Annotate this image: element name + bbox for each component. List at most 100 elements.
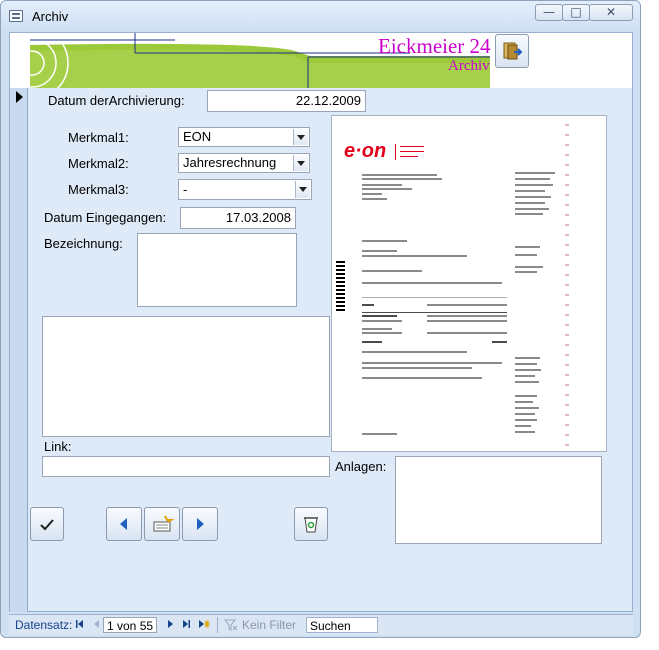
doc-line xyxy=(515,196,551,198)
anlagen-list[interactable] xyxy=(395,456,602,544)
new-blank-record-icon[interactable] xyxy=(197,618,211,630)
minimize-button[interactable]: — xyxy=(535,4,563,21)
doc-line xyxy=(362,188,412,190)
datum-archivierung-field[interactable]: 22.12.2009 xyxy=(207,90,366,112)
doc-line xyxy=(362,341,382,343)
datum-eingegangen-label: Datum Eingegangen: xyxy=(44,210,167,225)
exit-form-button[interactable] xyxy=(495,34,529,68)
doc-line xyxy=(515,375,535,377)
doc-line xyxy=(515,208,549,210)
maximize-button[interactable]: □ xyxy=(562,4,590,21)
doc-line xyxy=(515,213,543,215)
merkmal3-combo[interactable]: - xyxy=(178,179,312,200)
barcode-icon xyxy=(336,261,345,313)
save-button[interactable] xyxy=(30,507,64,541)
doc-line xyxy=(515,266,543,268)
chevron-down-icon[interactable] xyxy=(293,155,308,171)
merkmal1-label: Merkmal1: xyxy=(68,130,129,145)
merkmal1-combo[interactable]: EON xyxy=(178,127,310,147)
doc-line xyxy=(362,328,392,330)
company-title: Eickmeier 24 xyxy=(378,34,491,58)
merkmal1-value: EON xyxy=(183,129,212,144)
record-navigation-bar: Datensatz: 1 von 55 Kein Filter Suchen xyxy=(9,614,633,635)
doc-line xyxy=(515,172,555,174)
datum-eingegangen-field[interactable]: 17.03.2008 xyxy=(180,207,296,229)
doc-line xyxy=(515,413,535,415)
doc-line xyxy=(362,304,374,306)
filter-label: Kein Filter xyxy=(242,618,297,632)
doc-line xyxy=(400,151,424,152)
notes-field[interactable] xyxy=(42,316,330,437)
doc-line xyxy=(515,425,531,427)
title-bar[interactable]: Archiv — □ ✕ xyxy=(1,1,640,31)
first-record-icon[interactable] xyxy=(75,619,85,629)
merkmal3-label: Merkmal3: xyxy=(68,182,129,197)
record-selector[interactable] xyxy=(10,88,28,612)
doc-line xyxy=(515,407,539,409)
eon-logo: e·on xyxy=(344,140,387,162)
doc-line xyxy=(362,282,502,284)
window-title: Archiv xyxy=(32,9,69,24)
next-record-button[interactable] xyxy=(182,507,218,541)
doc-line xyxy=(362,332,402,334)
arrow-left-icon xyxy=(120,518,127,530)
filter-toggle[interactable]: Kein Filter xyxy=(217,617,302,633)
bezeichnung-field[interactable] xyxy=(137,233,297,307)
exit-door-icon xyxy=(503,42,523,60)
doc-line xyxy=(515,184,553,186)
doc-line xyxy=(362,178,442,180)
chevron-down-icon[interactable] xyxy=(293,129,308,145)
doc-line xyxy=(515,202,545,204)
arrow-right-icon xyxy=(197,518,204,530)
doc-line xyxy=(515,357,540,359)
doc-line xyxy=(362,315,397,317)
bezeichnung-label: Bezeichnung: xyxy=(44,236,123,251)
header-decoration xyxy=(10,33,490,88)
previous-record-icon[interactable] xyxy=(92,619,102,629)
doc-line xyxy=(515,178,550,180)
doc-line xyxy=(400,146,424,147)
current-record-arrow-icon xyxy=(16,91,23,103)
doc-line xyxy=(362,377,482,379)
doc-line xyxy=(427,304,507,306)
scan-edge xyxy=(565,116,569,451)
doc-line xyxy=(515,363,537,365)
last-record-icon[interactable] xyxy=(181,619,191,629)
doc-line xyxy=(515,254,537,256)
form-icon xyxy=(9,10,23,22)
close-button[interactable]: ✕ xyxy=(589,4,633,21)
next-record-icon[interactable] xyxy=(165,619,175,629)
document-preview[interactable]: e·on xyxy=(331,115,607,452)
doc-line xyxy=(515,369,541,371)
doc-line xyxy=(515,190,545,192)
header-subtitle: Archiv xyxy=(448,58,490,74)
search-label: Suchen xyxy=(310,619,351,633)
logo-divider xyxy=(395,144,396,160)
anlagen-label: Anlagen: xyxy=(335,459,387,474)
merkmal3-value: - xyxy=(183,182,188,197)
merkmal2-value: Jahresrechnung xyxy=(183,155,277,170)
merkmal2-combo[interactable]: Jahresrechnung xyxy=(178,153,310,173)
doc-line xyxy=(362,367,472,369)
doc-line xyxy=(362,255,467,257)
doc-line xyxy=(362,297,507,298)
doc-line xyxy=(400,156,418,157)
link-field[interactable] xyxy=(42,456,330,477)
record-number-field[interactable]: 1 von 55 xyxy=(103,617,157,633)
delete-record-button[interactable] xyxy=(294,507,328,541)
doc-line xyxy=(515,401,533,403)
search-field[interactable]: Suchen xyxy=(306,617,378,633)
filter-off-icon xyxy=(224,619,238,631)
previous-record-button[interactable] xyxy=(106,507,142,541)
checkmark-icon xyxy=(40,519,54,531)
doc-line xyxy=(427,315,507,317)
chevron-down-icon[interactable] xyxy=(295,181,310,198)
new-record-button[interactable] xyxy=(144,507,180,541)
doc-line xyxy=(515,419,537,421)
datum-archivierung-label: Datum derArchivierung: xyxy=(48,93,185,108)
doc-line xyxy=(362,351,467,353)
doc-line xyxy=(515,271,537,273)
doc-line xyxy=(427,320,507,322)
doc-line xyxy=(362,198,387,200)
doc-line xyxy=(362,184,402,186)
